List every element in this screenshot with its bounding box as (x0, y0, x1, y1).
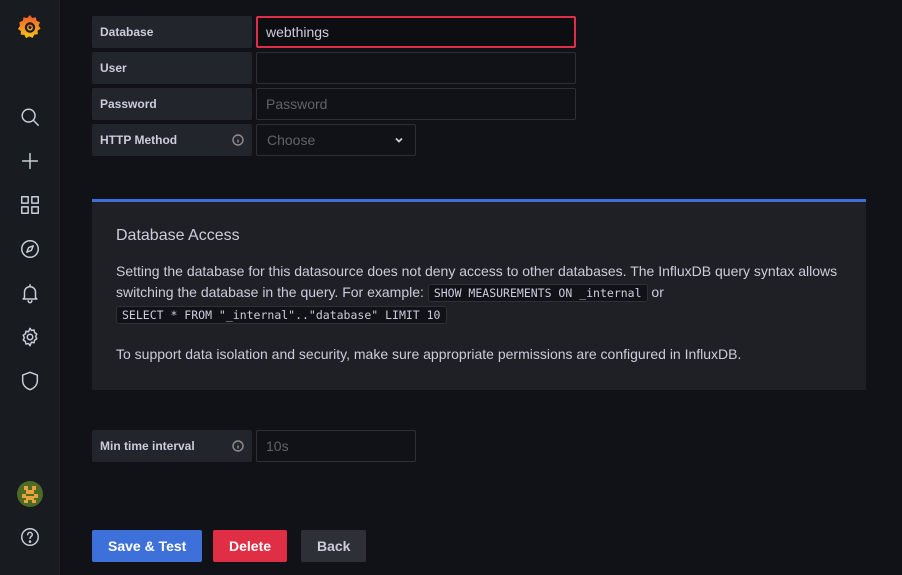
min-time-interval-input[interactable] (256, 430, 416, 462)
sidebar (0, 0, 60, 575)
password-input[interactable] (256, 88, 576, 120)
info-title: Database Access (116, 227, 240, 244)
main-content: Database User Password HTTP Method Choos… (60, 0, 902, 575)
database-input[interactable] (256, 16, 576, 48)
min-time-interval-label: Min time interval (92, 430, 252, 462)
plus-icon[interactable] (18, 149, 42, 173)
database-row: Database (92, 16, 576, 48)
user-row: User (92, 52, 576, 84)
chevron-down-icon (395, 137, 403, 143)
bell-icon[interactable] (18, 281, 42, 305)
info-text-permissions: To support data isolation and security, … (116, 346, 742, 362)
password-row: Password (92, 88, 576, 120)
http-method-row: HTTP Method Choose (92, 124, 416, 156)
help-icon[interactable] (18, 525, 42, 549)
http-method-label: HTTP Method (92, 124, 252, 156)
http-method-select[interactable]: Choose (256, 124, 416, 156)
info-icon[interactable] (232, 440, 244, 452)
min-time-interval-row: Min time interval (92, 430, 416, 462)
search-icon[interactable] (18, 105, 42, 129)
user-label: User (92, 52, 252, 84)
gear-icon[interactable] (18, 325, 42, 349)
database-label: Database (92, 16, 252, 48)
password-label: Password (92, 88, 252, 120)
code-snippet-show: SHOW MEASUREMENTS ON _internal (427, 284, 648, 302)
http-method-placeholder: Choose (267, 132, 316, 148)
avatar[interactable] (17, 481, 43, 507)
shield-icon[interactable] (18, 369, 42, 393)
grafana-logo-icon[interactable] (16, 13, 44, 41)
user-input[interactable] (256, 52, 576, 84)
code-snippet-select: SELECT * FROM "_internal".."database" LI… (116, 306, 447, 324)
info-text: Setting the database for this datasource… (116, 263, 838, 324)
info-icon[interactable] (232, 134, 244, 146)
save-test-button[interactable]: Save & Test (92, 530, 203, 562)
compass-icon[interactable] (18, 237, 42, 261)
database-access-info: Database Access Setting the database for… (92, 199, 866, 390)
delete-button[interactable]: Delete (213, 530, 288, 562)
back-button[interactable]: Back (301, 530, 367, 562)
dashboards-icon[interactable] (18, 193, 42, 217)
